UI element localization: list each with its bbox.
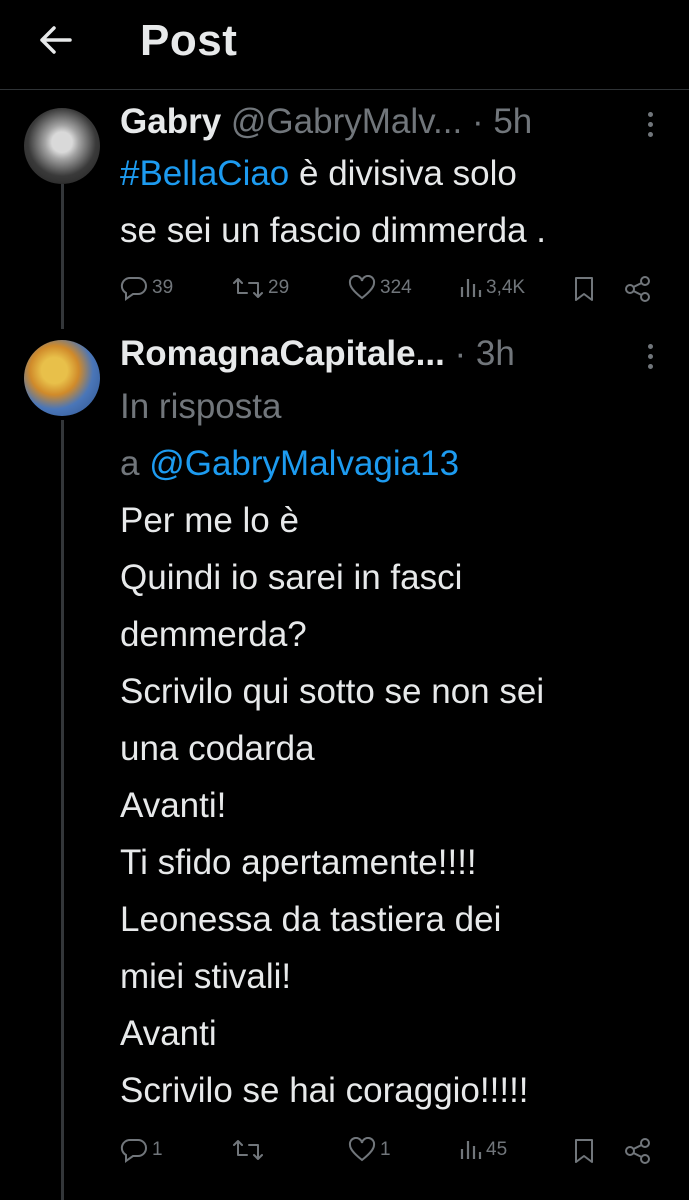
bookmark-button[interactable]: [572, 275, 596, 303]
tweet-text-line: Scrivilo se hai coraggio!!!!!: [120, 1071, 529, 1110]
reply-button[interactable]: 1: [120, 1137, 163, 1163]
views-count: 45: [486, 1139, 508, 1160]
tweet-text-line: se sei un fascio dimmerda .: [120, 211, 547, 250]
reply-icon: [120, 1138, 147, 1163]
author-name[interactable]: RomagnaCapitale...: [120, 334, 445, 373]
views-count: 3,4K: [486, 277, 526, 298]
tweet-text-part: è divisiva solo: [289, 154, 517, 193]
tweet-text-line: Scrivilo qui sotto se non sei: [120, 672, 545, 711]
thread-connector: [61, 420, 64, 1200]
more-button[interactable]: [645, 112, 655, 142]
tweet-text-line: Per me lo è: [120, 501, 299, 540]
tweet-text-line: Avanti: [120, 1014, 217, 1053]
tweet-text-line: una codarda: [120, 729, 315, 768]
share-button[interactable]: [623, 275, 653, 303]
tweet-text-line: Quindi io sarei in fasci: [120, 558, 463, 597]
tweet-text: #BellaCiao è divisiva solo se sei un fas…: [120, 145, 670, 259]
reply-button[interactable]: 39: [120, 275, 173, 301]
like-button[interactable]: 1: [348, 1137, 391, 1163]
hashtag-link[interactable]: #BellaCiao: [120, 154, 289, 193]
post-screen: Post Gabry @GabryMalv... · 5h #BellaCiao…: [0, 0, 689, 1200]
bookmark-icon: [575, 1139, 593, 1163]
reply-icon: [120, 276, 147, 301]
reply-context-a: a: [120, 444, 150, 483]
post-time: · 5h: [471, 102, 533, 141]
bookmark-icon: [575, 277, 593, 301]
repost-icon: [233, 1140, 263, 1160]
views-button[interactable]: 3,4K: [458, 275, 525, 301]
action-bar: 1 1 45: [120, 1137, 660, 1167]
more-button[interactable]: [645, 344, 655, 374]
tweet-text-line: Avanti!: [120, 786, 227, 825]
tweet-text-line: Leonessa da tastiera dei: [120, 900, 502, 939]
like-button[interactable]: 324: [348, 275, 412, 301]
mention-link[interactable]: @GabryMalvagia13: [149, 444, 459, 483]
back-button[interactable]: [30, 18, 80, 62]
repost-icon: [233, 278, 263, 298]
heart-icon: [348, 1137, 376, 1162]
like-count: 324: [380, 277, 412, 298]
tweet-header: RomagnaCapitale... · 3h: [120, 334, 515, 374]
reply-context: In risposta: [120, 387, 282, 426]
thread-connector: [61, 184, 64, 329]
arrow-left-icon: [40, 26, 72, 54]
repost-button[interactable]: [232, 1137, 268, 1163]
heart-icon: [348, 275, 376, 300]
author-handle[interactable]: @GabryMalv...: [231, 102, 462, 141]
post-time: · 3h: [454, 334, 515, 373]
tweet-header: Gabry @GabryMalv... · 5h: [120, 102, 532, 142]
reply-count: 39: [152, 277, 174, 298]
views-icon: [460, 1141, 482, 1159]
tweet-text-line: demmerda?: [120, 615, 307, 654]
author-name[interactable]: Gabry: [120, 102, 221, 141]
repost-button[interactable]: 29: [232, 275, 289, 301]
views-icon: [460, 279, 482, 297]
top-bar: Post: [0, 0, 689, 90]
share-icon: [625, 276, 650, 302]
tweet-text: In risposta a @GabryMalvagia13 Per me lo…: [120, 378, 670, 1119]
tweet-text-line: Ti sfido apertamente!!!!: [120, 843, 477, 882]
repost-count: 29: [268, 277, 290, 298]
bookmark-button[interactable]: [572, 1137, 596, 1165]
like-count: 1: [380, 1139, 391, 1160]
reply-count: 1: [152, 1139, 163, 1160]
page-title: Post: [140, 16, 238, 65]
tweet-text-line: miei stivali!: [120, 957, 292, 996]
avatar[interactable]: [24, 108, 100, 184]
action-bar: 39 29 324 3,4K: [120, 275, 660, 305]
views-button[interactable]: 45: [458, 1137, 507, 1163]
share-button[interactable]: [623, 1137, 653, 1165]
share-icon: [625, 1138, 650, 1164]
avatar[interactable]: [24, 340, 100, 416]
